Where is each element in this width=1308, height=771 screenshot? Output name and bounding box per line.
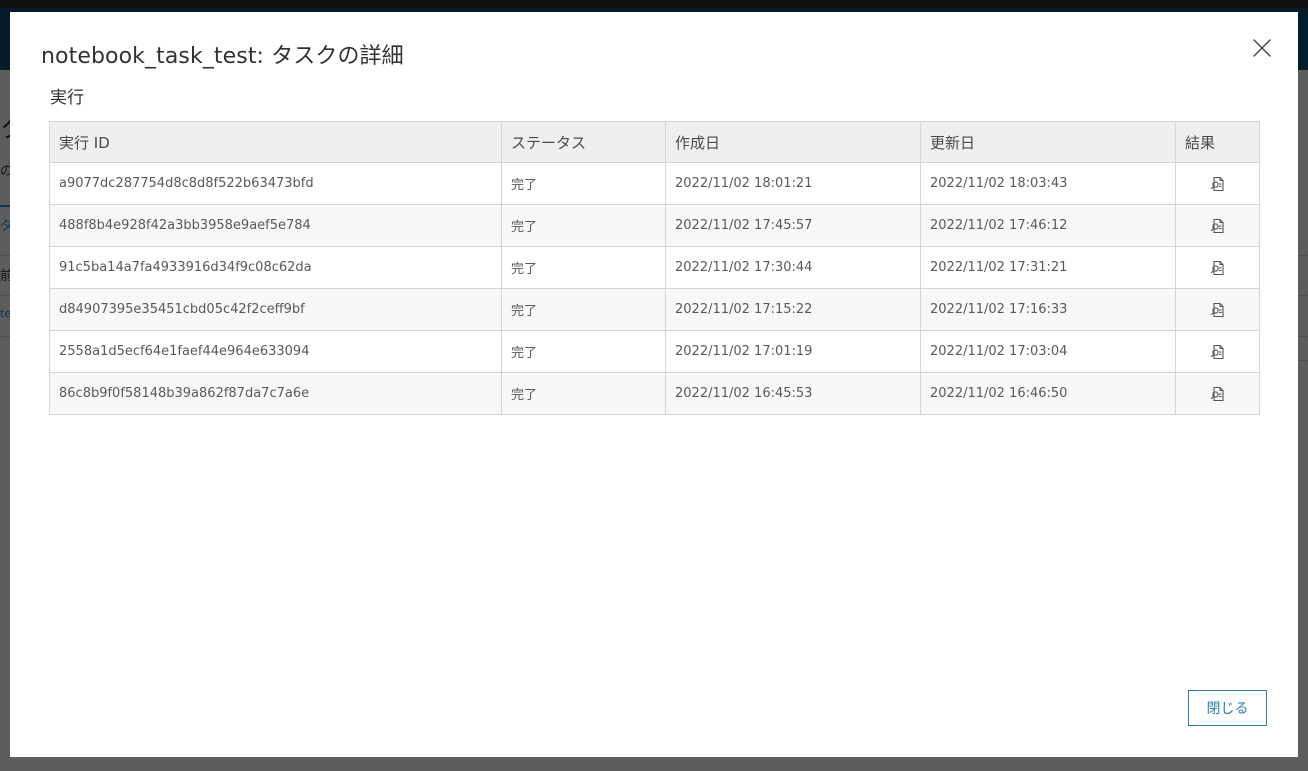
result-cell [1175, 288, 1260, 331]
updated-cell: 2022/11/02 17:03:04 [920, 330, 1176, 373]
column-header-run-id: 実行 ID [49, 121, 502, 163]
run-id-cell: 91c5ba14a7fa4933916d34f9c08c62da [49, 246, 502, 289]
run-id-cell: 86c8b9f0f58148b39a862f87da7c7a6e [49, 372, 502, 415]
table-row: 488f8b4e928f42a3bb3958e9aef5e784 完了 2022… [49, 204, 1260, 247]
runs-table: 実行 ID ステータス 作成日 更新日 結果 a9077dc287754d8c8… [49, 121, 1260, 415]
column-header-result: 結果 [1175, 121, 1260, 163]
updated-cell: 2022/11/02 18:03:43 [920, 162, 1176, 205]
task-details-dialog: notebook_task_test: タスクの詳細 実行 実行 ID ステータ… [10, 12, 1298, 757]
created-cell: 2022/11/02 17:30:44 [665, 246, 921, 289]
table-row: 2558a1d5ecf64e1faef44e964e633094 完了 2022… [49, 330, 1260, 373]
result-cell [1175, 330, 1260, 373]
close-icon[interactable] [1250, 36, 1274, 60]
updated-cell: 2022/11/02 16:46:50 [920, 372, 1176, 415]
status-cell: 完了 [501, 162, 666, 205]
view-result-icon[interactable] [1209, 301, 1227, 319]
run-id-cell: 2558a1d5ecf64e1faef44e964e633094 [49, 330, 502, 373]
updated-cell: 2022/11/02 17:16:33 [920, 288, 1176, 331]
result-cell [1175, 162, 1260, 205]
table-header-row: 実行 ID ステータス 作成日 更新日 結果 [49, 121, 1260, 163]
created-cell: 2022/11/02 17:01:19 [665, 330, 921, 373]
created-cell: 2022/11/02 16:45:53 [665, 372, 921, 415]
view-result-icon[interactable] [1209, 259, 1227, 277]
updated-cell: 2022/11/02 17:46:12 [920, 204, 1176, 247]
created-cell: 2022/11/02 18:01:21 [665, 162, 921, 205]
column-header-status: ステータス [501, 121, 666, 163]
status-cell: 完了 [501, 204, 666, 247]
table-row: 91c5ba14a7fa4933916d34f9c08c62da 完了 2022… [49, 246, 1260, 289]
dialog-title: notebook_task_test: タスクの詳細 [41, 44, 404, 69]
close-button[interactable]: 閉じる [1188, 690, 1267, 726]
table-row: a9077dc287754d8c8d8f522b63473bfd 完了 2022… [49, 162, 1260, 205]
updated-cell: 2022/11/02 17:31:21 [920, 246, 1176, 289]
table-row: 86c8b9f0f58148b39a862f87da7c7a6e 完了 2022… [49, 372, 1260, 415]
created-cell: 2022/11/02 17:45:57 [665, 204, 921, 247]
run-id-cell: d84907395e35451cbd05c42f2ceff9bf [49, 288, 502, 331]
result-cell [1175, 246, 1260, 289]
view-result-icon[interactable] [1209, 175, 1227, 193]
status-cell: 完了 [501, 372, 666, 415]
result-cell [1175, 204, 1260, 247]
run-id-cell: 488f8b4e928f42a3bb3958e9aef5e784 [49, 204, 502, 247]
status-cell: 完了 [501, 330, 666, 373]
column-header-updated: 更新日 [920, 121, 1176, 163]
view-result-icon[interactable] [1209, 385, 1227, 403]
result-cell [1175, 372, 1260, 415]
view-result-icon[interactable] [1209, 217, 1227, 235]
created-cell: 2022/11/02 17:15:22 [665, 288, 921, 331]
section-label-runs: 実行 [50, 88, 84, 108]
column-header-created: 作成日 [665, 121, 921, 163]
status-cell: 完了 [501, 246, 666, 289]
table-row: d84907395e35451cbd05c42f2ceff9bf 完了 2022… [49, 288, 1260, 331]
run-id-cell: a9077dc287754d8c8d8f522b63473bfd [49, 162, 502, 205]
view-result-icon[interactable] [1209, 343, 1227, 361]
status-cell: 完了 [501, 288, 666, 331]
